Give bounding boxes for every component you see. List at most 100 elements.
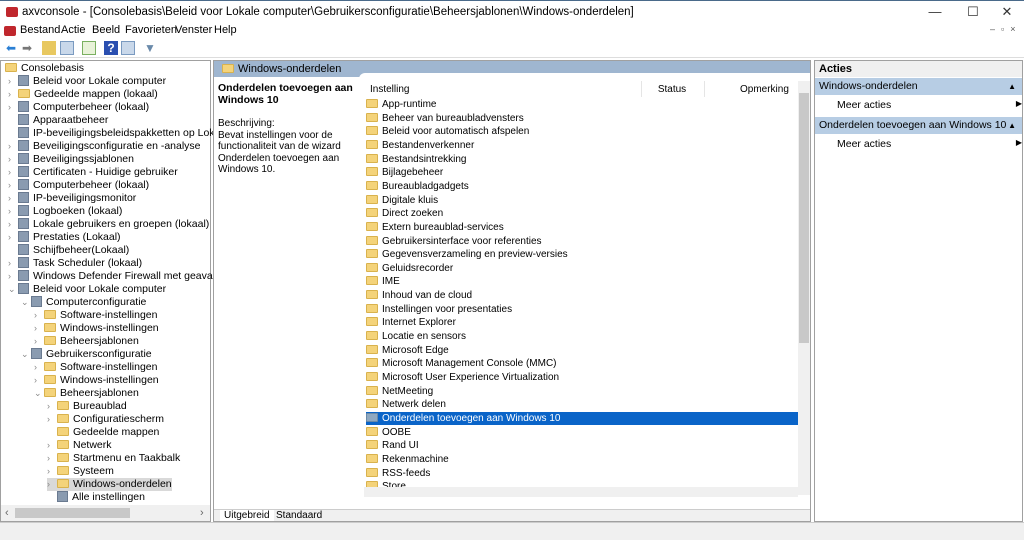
- tree-item[interactable]: › Beheersjablonen: [34, 335, 139, 348]
- expand-chevron-icon[interactable]: ›: [34, 361, 44, 374]
- list-item[interactable]: IME: [366, 275, 798, 288]
- scroll-thumb[interactable]: [799, 93, 809, 343]
- list-item[interactable]: Beheer van bureaubladvensters: [366, 112, 798, 125]
- tree-item[interactable]: › Beveiligingssjablonen: [8, 153, 134, 166]
- tree-item[interactable]: Alle instellingen: [47, 491, 145, 504]
- expand-chevron-icon[interactable]: ›: [34, 335, 44, 348]
- tree-item[interactable]: › Startmenu en Taakbalk: [47, 452, 180, 465]
- expand-chevron-icon[interactable]: ›: [47, 452, 57, 465]
- tree-item[interactable]: › Beveiligingsconfiguratie en -analyse: [8, 140, 201, 153]
- list-item[interactable]: Microsoft User Experience Virtualization: [366, 371, 798, 384]
- tree-item[interactable]: ⌄ Beheersjablonen: [34, 387, 139, 400]
- meer-acties-2[interactable]: Meer acties ▶: [837, 138, 1022, 150]
- tree-item[interactable]: Gedeelde mappen: [47, 426, 159, 439]
- list-item[interactable]: Onderdelen toevoegen aan Windows 10: [366, 411, 798, 425]
- menu-favorieten[interactable]: Favorieten: [125, 24, 177, 36]
- minimize-button[interactable]: —: [918, 1, 952, 23]
- list-item[interactable]: Digitale kluis: [366, 194, 798, 207]
- tree-item[interactable]: › Lokale gebruikers en groepen (lokaal): [8, 218, 209, 231]
- menu-help[interactable]: Help: [214, 24, 237, 36]
- list-item[interactable]: Instellingen voor presentaties: [366, 303, 798, 316]
- expand-chevron-icon[interactable]: ›: [47, 478, 57, 491]
- tree-item[interactable]: › Beleid voor Lokale computer: [8, 75, 166, 88]
- list-item[interactable]: Direct zoeken: [366, 207, 798, 220]
- tree-item[interactable]: › Bureaublad: [47, 400, 127, 413]
- expand-chevron-icon[interactable]: ›: [47, 413, 57, 426]
- list-item[interactable]: Geluidsrecorder: [366, 262, 798, 275]
- list-item[interactable]: Gebruikersinterface voor referenties: [366, 235, 798, 248]
- tree-item[interactable]: › Certificaten - Huidige gebruiker: [8, 166, 178, 179]
- tree-item[interactable]: › Software-instellingen: [34, 309, 157, 322]
- expand-chevron-icon[interactable]: ›: [34, 374, 44, 387]
- tree-item[interactable]: › Windows-instellingen: [34, 374, 159, 387]
- expand-chevron-icon[interactable]: ›: [47, 465, 57, 478]
- collapse-chevron-icon[interactable]: ⌄: [21, 348, 31, 361]
- list-item[interactable]: Beleid voor automatisch afspelen: [366, 125, 798, 138]
- column-opmerking[interactable]: Opmerking: [740, 84, 789, 95]
- tree-item[interactable]: › Task Scheduler (lokaal): [8, 257, 142, 270]
- list-item[interactable]: Extern bureaublad-services: [366, 221, 798, 234]
- tree-item[interactable]: › Computerbeheer (lokaal): [8, 101, 149, 114]
- list-item[interactable]: Inhoud van de cloud: [366, 289, 798, 302]
- list-item[interactable]: Rekenmachine: [366, 453, 798, 466]
- expand-chevron-icon[interactable]: ›: [8, 88, 18, 101]
- tree-item[interactable]: › Systeem: [47, 465, 114, 478]
- forward-icon[interactable]: ➡: [20, 41, 34, 55]
- meer-acties-1[interactable]: Meer acties ▶: [837, 99, 1022, 111]
- list-item[interactable]: Microsoft Management Console (MMC): [366, 357, 798, 370]
- list-item[interactable]: Bestandsintrekking: [366, 153, 798, 166]
- list-item[interactable]: Rand UI: [366, 439, 798, 452]
- list-vertical-scrollbar[interactable]: [798, 81, 810, 495]
- scroll-thumb[interactable]: [15, 508, 130, 518]
- collapse-chevron-icon[interactable]: ⌄: [21, 296, 31, 309]
- expand-chevron-icon[interactable]: ›: [8, 205, 18, 218]
- expand-chevron-icon[interactable]: ›: [8, 166, 18, 179]
- expand-chevron-icon[interactable]: ›: [8, 231, 18, 244]
- show-hide-tree-icon[interactable]: [60, 41, 74, 55]
- menu-actie[interactable]: Actie: [61, 24, 85, 36]
- list-horizontal-scrollbar[interactable]: [364, 487, 798, 497]
- tab-uitgebreid[interactable]: Uitgebreid: [220, 510, 274, 521]
- tree-item[interactable]: ⌄ Beleid voor Lokale computer: [8, 283, 166, 296]
- expand-chevron-icon[interactable]: ›: [34, 322, 44, 335]
- list-item[interactable]: Netwerk delen: [366, 398, 798, 411]
- expand-chevron-icon[interactable]: ›: [8, 153, 18, 166]
- menu-bestand[interactable]: Bestand: [20, 24, 60, 36]
- tree-item[interactable]: Consolebasis: [5, 62, 84, 75]
- list-item[interactable]: RSS-feeds: [366, 467, 798, 480]
- collapse-icon[interactable]: ▲: [1008, 78, 1016, 95]
- expand-chevron-icon[interactable]: ›: [8, 192, 18, 205]
- tree-item[interactable]: › Logboeken (lokaal): [8, 205, 122, 218]
- expand-chevron-icon[interactable]: ›: [47, 439, 57, 452]
- list-item[interactable]: Bureaubladgadgets: [366, 180, 798, 193]
- action-group-onderdelen-toevoegen[interactable]: Onderdelen toevoegen aan Windows 10 ▲: [815, 117, 1022, 134]
- tree-item[interactable]: › Netwerk: [47, 439, 112, 452]
- tree-item[interactable]: › Software-instellingen: [34, 361, 157, 374]
- list-item[interactable]: App-runtime: [366, 98, 798, 111]
- expand-chevron-icon[interactable]: ›: [8, 75, 18, 88]
- menu-beeld[interactable]: Beeld: [92, 24, 120, 36]
- tree-item[interactable]: › Gedeelde mappen (lokaal): [8, 88, 158, 101]
- close-button[interactable]: ✕: [990, 1, 1024, 23]
- list-item[interactable]: OOBE: [366, 426, 798, 439]
- help-icon[interactable]: ?: [104, 41, 118, 55]
- list-item[interactable]: Gegevensverzameling en preview-versies: [366, 248, 798, 261]
- list-item[interactable]: Locatie en sensors: [366, 330, 798, 343]
- tree-item[interactable]: Apparaatbeheer: [8, 114, 108, 127]
- collapse-chevron-icon[interactable]: ⌄: [34, 387, 44, 400]
- collapse-chevron-icon[interactable]: ⌄: [8, 283, 18, 296]
- list-item[interactable]: Microsoft Edge: [366, 344, 798, 357]
- tree-item[interactable]: Schijfbeheer(Lokaal): [8, 244, 129, 257]
- show-action-pane-icon[interactable]: [121, 41, 135, 55]
- expand-chevron-icon[interactable]: ›: [47, 400, 57, 413]
- expand-chevron-icon[interactable]: ›: [8, 257, 18, 270]
- list-item[interactable]: Internet Explorer: [366, 316, 798, 329]
- scroll-left-icon[interactable]: ‹: [5, 507, 9, 519]
- up-folder-icon[interactable]: [42, 41, 56, 55]
- back-icon[interactable]: ⬅: [4, 41, 18, 55]
- tree-item[interactable]: ⌄ Gebruikersconfiguratie: [21, 348, 152, 361]
- tree-item[interactable]: › Windows-instellingen: [34, 322, 159, 335]
- action-group-windows-onderdelen[interactable]: Windows-onderdelen ▲: [815, 78, 1022, 95]
- expand-chevron-icon[interactable]: ›: [8, 140, 18, 153]
- export-list-icon[interactable]: [82, 41, 96, 55]
